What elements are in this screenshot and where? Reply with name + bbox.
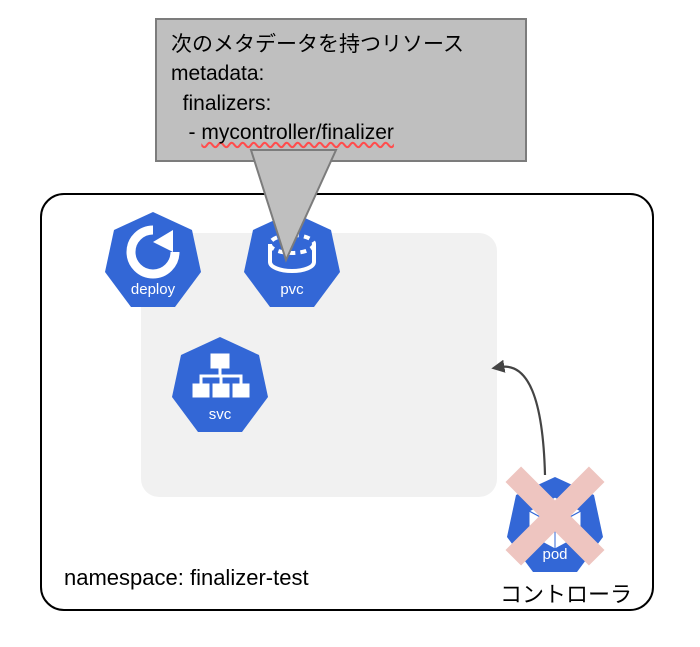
callout-finalizer-value: mycontroller/finalizer: [201, 121, 394, 144]
namespace-label: namespace: finalizer-test: [64, 565, 309, 591]
resource-label: deploy: [103, 281, 203, 298]
callout-line: finalizers:: [171, 89, 511, 118]
callout-line: metadata:: [171, 59, 511, 88]
controller-label: コントローラ: [486, 577, 646, 609]
diagram-stage: deploy pvc: [0, 0, 700, 647]
resource-label: pod: [505, 546, 605, 563]
metadata-callout: 次のメタデータを持つリソース metadata: finalizers: - m…: [155, 18, 527, 162]
resource-deploy: deploy: [103, 210, 203, 310]
resource-pod-controller: pod: [505, 475, 605, 575]
callout-title: 次のメタデータを持つリソース: [171, 30, 511, 59]
callout-line: - mycontroller/finalizer: [171, 118, 511, 147]
resource-label: svc: [170, 406, 270, 423]
callout-indent: -: [171, 121, 201, 144]
resource-svc: svc: [170, 335, 270, 435]
resource-label: pvc: [242, 281, 342, 298]
